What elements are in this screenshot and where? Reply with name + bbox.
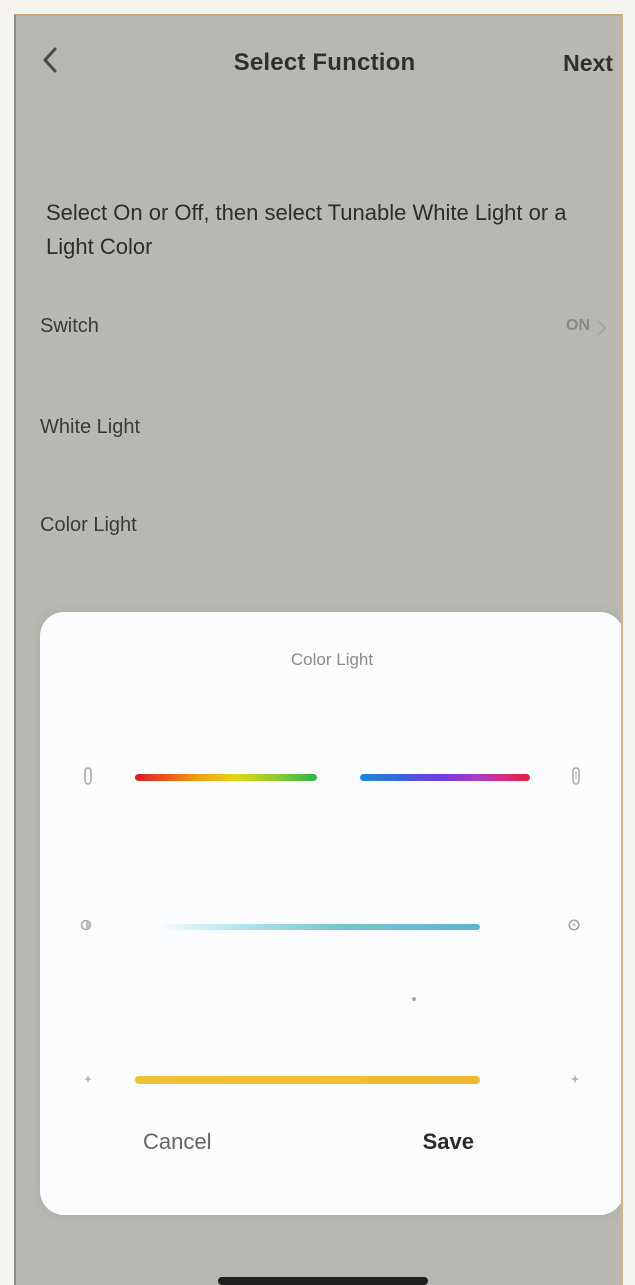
star-icon — [80, 1068, 96, 1090]
next-button[interactable]: Next — [563, 50, 613, 77]
switch-value: ON — [566, 317, 590, 334]
home-indicator[interactable] — [218, 1277, 428, 1285]
sheet-title: Color Light — [290, 650, 374, 669]
hue-icon — [80, 766, 96, 788]
color-light-sheet: Color Light Cancel Save — [40, 612, 621, 1215]
switch-label: Switch — [40, 315, 99, 337]
temperature-slider[interactable] — [135, 1076, 480, 1084]
star-icon — [567, 1068, 583, 1090]
color-light-row[interactable]: Color Light — [40, 506, 610, 550]
chevron-right-icon — [598, 321, 606, 335]
brightness-slider-row[interactable] — [40, 906, 621, 946]
hue-slider-row[interactable] — [40, 758, 621, 798]
color-light-label: Color Light — [40, 514, 137, 536]
hue-slider-left-segment[interactable] — [135, 774, 317, 781]
switch-row[interactable]: Switch ON — [40, 307, 610, 351]
brightness-slider[interactable] — [160, 924, 480, 930]
hue-icon — [568, 766, 584, 788]
save-button[interactable]: Save — [423, 1129, 474, 1155]
phone-screen: Select Function Next Select On or Off, t… — [14, 14, 623, 1285]
white-light-label: White Light — [40, 416, 141, 438]
cancel-button[interactable]: Cancel — [143, 1129, 211, 1155]
top-navigation-bar: Select Function Next — [16, 16, 621, 112]
moon-icon — [78, 914, 94, 936]
separator-dot — [412, 997, 416, 1001]
instruction-text: Select On or Off, then select Tunable Wh… — [46, 200, 567, 259]
hue-slider-right-segment[interactable] — [360, 774, 530, 781]
sun-icon — [566, 914, 582, 936]
white-light-row[interactable]: White Light — [40, 408, 610, 452]
page-title: Select Function — [233, 49, 416, 76]
temperature-slider-row[interactable] — [40, 1060, 621, 1100]
sheet-actions: Cancel Save — [40, 1129, 621, 1169]
